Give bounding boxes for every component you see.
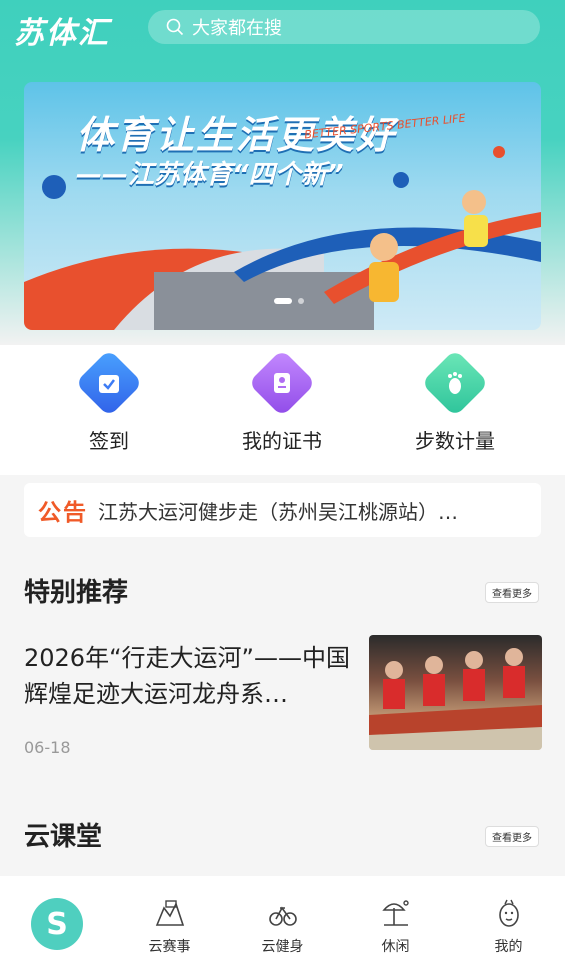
leisure-icon — [381, 900, 409, 926]
svg-text:S: S — [46, 907, 68, 942]
tab-home[interactable]: S — [0, 876, 113, 955]
cloud-class-more-button[interactable]: 查看更多 — [485, 826, 539, 847]
notice-bar[interactable]: 公告 江苏大运河健步走（苏州吴江桃源站）… — [24, 483, 541, 537]
certificate-icon — [248, 349, 316, 417]
steps-label: 步数计量 — [415, 429, 495, 453]
promo-banner[interactable]: 体育让生活更美好 ——江苏体育“四个新” BETTER SPORTS BETTE… — [24, 82, 541, 330]
calendar-check-icon — [75, 349, 143, 417]
tab-profile-label: 我的 — [494, 939, 523, 955]
search-icon — [166, 18, 184, 36]
steps-button[interactable]: 步数计量 — [380, 345, 530, 454]
tab-profile[interactable]: 我的 — [452, 876, 565, 956]
special-section-title: 特别推荐 — [24, 578, 129, 608]
notice-text: 江苏大运河健步走（苏州吴江桃源站）… — [98, 499, 458, 524]
banner-subtitle: ——江苏体育“四个新” — [76, 160, 344, 190]
bike-icon — [268, 906, 297, 926]
tab-leisure-label: 休闲 — [381, 939, 410, 955]
tab-events[interactable]: 云赛事 — [113, 876, 226, 956]
tab-events-label: 云赛事 — [148, 939, 191, 955]
footprint-icon — [421, 349, 489, 417]
tab-fitness[interactable]: 云健身 — [226, 876, 339, 956]
news-thumbnail[interactable] — [369, 635, 542, 750]
search-placeholder: 大家都在搜 — [192, 18, 282, 39]
news-date: 06-18 — [24, 738, 71, 757]
carousel-indicator — [274, 298, 304, 304]
search-bar[interactable]: 大家都在搜 — [148, 10, 540, 44]
news-title[interactable]: 2026年“行走大运河”——中国辉煌足迹大运河龙舟系… — [24, 640, 354, 712]
certificate-button[interactable]: 我的证书 — [207, 345, 357, 454]
checkin-label: 签到 — [89, 429, 129, 453]
home-logo-icon: S — [30, 898, 83, 950]
cloud-class-title: 云课堂 — [24, 822, 103, 852]
quick-actions: 签到 我的证书 步数计量 — [0, 345, 565, 475]
special-more-button[interactable]: 查看更多 — [485, 582, 539, 603]
tab-fitness-label: 云健身 — [261, 939, 304, 955]
certificate-label: 我的证书 — [242, 429, 322, 453]
dragon-boat-image — [369, 648, 542, 750]
app-logo: 苏体汇 — [14, 16, 110, 51]
event-icon — [155, 900, 184, 926]
notice-tag: 公告 — [38, 500, 88, 526]
tab-leisure[interactable]: 休闲 — [339, 876, 452, 956]
bottom-tab-bar: S 云赛事 云健身 休闲 我的 — [0, 876, 565, 970]
profile-icon — [498, 899, 519, 927]
checkin-button[interactable]: 签到 — [34, 345, 184, 454]
